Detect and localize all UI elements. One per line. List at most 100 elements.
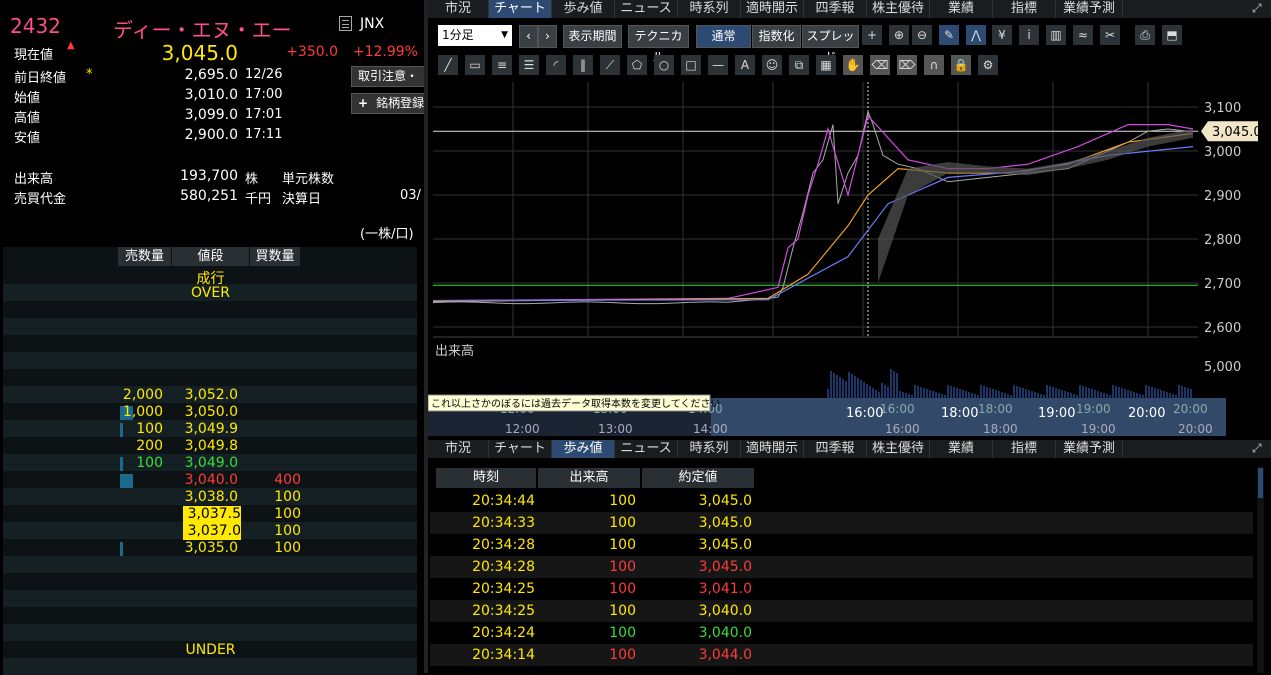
top-tab-1[interactable]: チャート — [489, 0, 552, 18]
bottom-tab-1[interactable]: チャート — [489, 440, 552, 458]
top-tab-0[interactable]: 市況 — [428, 0, 489, 18]
bottom-tab-7[interactable]: 株主優待 — [867, 440, 930, 458]
bottom-tab-6[interactable]: 四季報 — [804, 440, 867, 458]
chart-area[interactable]: 3,100 3,000 2,900 2,800 2,700 2,600 3,045.0 出来高… — [427, 82, 1271, 436]
trade-qty: 100 — [609, 559, 636, 575]
interval-select[interactable]: 1分足 ▼ — [438, 25, 512, 46]
top-tab-6[interactable]: 四季報 — [804, 0, 867, 18]
top-tab-8[interactable]: 業績 — [930, 0, 993, 18]
eraser-icon[interactable]: ⌫ — [870, 55, 890, 75]
book-ask-row[interactable]: 2,000 3,052.0 — [3, 387, 417, 404]
hand-icon[interactable]: ✋ — [843, 55, 863, 75]
circle-icon[interactable]: ○ — [654, 55, 674, 75]
area-icon[interactable]: ≈ — [1073, 25, 1093, 45]
book-ask-row[interactable]: 100 3,049.9 — [3, 421, 417, 438]
book-row — [3, 318, 417, 335]
mode-spread-button[interactable]: スプレッド — [802, 25, 859, 64]
price-chart[interactable]: 3,100 3,000 2,900 2,800 2,700 2,600 3,045.0 出来高… — [427, 82, 1271, 436]
quote-row-value: 2,900.0 — [184, 127, 238, 143]
top-tab-10[interactable]: 業績予測 — [1056, 0, 1123, 18]
gear-icon[interactable]: ⚙ — [978, 55, 998, 75]
wrench-icon[interactable]: ✂ — [1100, 25, 1120, 45]
scrollbar[interactable] — [1257, 467, 1264, 673]
crosshair-icon[interactable]: + — [862, 25, 882, 45]
bottom-tab-2[interactable]: 歩み値 — [552, 440, 615, 458]
trade-time: 20:34:33 — [472, 515, 535, 531]
book-ask-row[interactable]: 100 3,049.0 — [3, 455, 417, 472]
text-tool-icon[interactable]: A — [735, 55, 755, 75]
mv-icon[interactable]: ▥ — [1046, 25, 1066, 45]
top-tab-4[interactable]: 時系列 — [678, 0, 741, 18]
bottom-tab-9[interactable]: 指標 — [993, 440, 1056, 458]
book-ask-row[interactable]: 200 3,049.8 — [3, 438, 417, 455]
trade-row[interactable]: 20:34:28 100 3,045.0 — [430, 556, 1253, 578]
bottom-tab-0[interactable]: 市況 — [428, 440, 489, 458]
bottom-tab-4[interactable]: 時系列 — [678, 440, 741, 458]
fan-icon[interactable]: ⟋ — [600, 55, 620, 75]
rect-icon[interactable]: □ — [681, 55, 701, 75]
book-row — [3, 658, 417, 675]
top-tab-9[interactable]: 指標 — [993, 0, 1056, 18]
line-tool-icon[interactable]: ╱ — [438, 55, 458, 75]
bottom-tab-5[interactable]: 適時開示 — [741, 440, 804, 458]
technical-button[interactable]: テクニカル — [628, 25, 689, 64]
expand-icon-2[interactable]: ⤢ — [1252, 441, 1262, 456]
top-tab-5[interactable]: 適時開示 — [741, 0, 804, 18]
trade-caution-button[interactable]: 取引注意・ — [351, 66, 425, 87]
book-bid-row[interactable]: 3,035.0 100 — [3, 540, 417, 557]
bottom-tab-8[interactable]: 業績 — [930, 440, 993, 458]
time-tick: 18:00 — [941, 406, 978, 421]
trade-time: 20:34:28 — [472, 537, 535, 553]
book-bid-row[interactable]: 3,038.0 100 — [3, 489, 417, 506]
lock-icon[interactable]: 🔒 — [951, 55, 971, 75]
pen-icon[interactable]: ✎ — [939, 25, 959, 45]
export-icon[interactable]: ⬒ — [1162, 25, 1182, 45]
trade-row[interactable]: 20:34:14 100 3,044.0 — [430, 644, 1253, 666]
print-icon[interactable]: ⎙ — [1135, 25, 1155, 45]
next-arrow-button[interactable]: › — [538, 25, 557, 48]
arc-icon[interactable]: ◜ — [546, 55, 566, 75]
trade-row[interactable]: 20:34:33 100 3,045.0 — [430, 512, 1253, 534]
hlines-icon[interactable]: ≡ — [492, 55, 512, 75]
trade-row[interactable]: 20:34:28 100 3,045.0 — [430, 534, 1253, 556]
eraser2-icon[interactable]: ⌦ — [897, 55, 917, 75]
top-tab-3[interactable]: ニュース — [615, 0, 678, 18]
info-icon[interactable]: i — [1019, 25, 1039, 45]
top-tab-2[interactable]: 歩み値 — [552, 0, 615, 18]
document-icon[interactable] — [339, 16, 352, 31]
zoom-in-icon[interactable]: ⊕ — [889, 25, 909, 45]
ruler-icon[interactable]: ▭ — [465, 55, 485, 75]
quote-row-label: 始値 — [14, 91, 41, 106]
trade-row[interactable]: 20:34:24 100 3,040.0 — [430, 622, 1253, 644]
hline-icon[interactable]: — — [708, 55, 728, 75]
trade-row[interactable]: 20:34:44 100 3,045.0 — [430, 490, 1253, 512]
register-stock-button[interactable]: + 銘柄登録 — [351, 93, 425, 114]
magnet-icon[interactable]: ∩ — [924, 55, 944, 75]
pentagon-icon[interactable]: ⬠ — [627, 55, 647, 75]
analysis-icon[interactable]: ⋀ — [966, 25, 986, 45]
period-button[interactable]: 表示期間 — [563, 25, 622, 48]
bottom-tab-10[interactable]: 業績予測 — [1056, 440, 1123, 458]
book-bid-row[interactable]: 3,037.5 100 — [3, 506, 417, 523]
trades-header-qty: 出来高 — [538, 468, 640, 488]
trade-row[interactable]: 20:34:25 100 3,041.0 — [430, 578, 1253, 600]
copy-icon[interactable]: ⧉ — [789, 55, 809, 75]
yen-icon[interactable]: ¥ — [992, 25, 1012, 45]
book-bid-row[interactable]: 3,040.0 400 — [3, 472, 417, 489]
book-bid-row[interactable]: 3,037.0 100 — [3, 523, 417, 540]
expand-icon[interactable]: ⤢ — [1252, 1, 1262, 16]
mode-normal-button[interactable]: 通常 — [696, 25, 751, 48]
table-icon[interactable]: ▦ — [816, 55, 836, 75]
icon-tool-icon[interactable]: ☺ — [762, 55, 782, 75]
trade-row[interactable]: 20:34:25 100 3,040.0 — [430, 600, 1253, 622]
vlines-icon[interactable]: ‖ — [573, 55, 593, 75]
mode-index-button[interactable]: 指数化 — [752, 25, 801, 48]
top-tab-7[interactable]: 株主優待 — [867, 0, 930, 18]
plus-icon: + — [358, 96, 369, 110]
hlines2-icon[interactable]: ☰ — [519, 55, 539, 75]
stock-name: ディー・エヌ・エー — [113, 18, 292, 42]
book-ask-row[interactable]: 1,000 3,050.0 — [3, 404, 417, 421]
prev-arrow-button[interactable]: ‹ — [519, 25, 538, 48]
bottom-tab-3[interactable]: ニュース — [615, 440, 678, 458]
zoom-out-icon[interactable]: ⊖ — [912, 25, 932, 45]
